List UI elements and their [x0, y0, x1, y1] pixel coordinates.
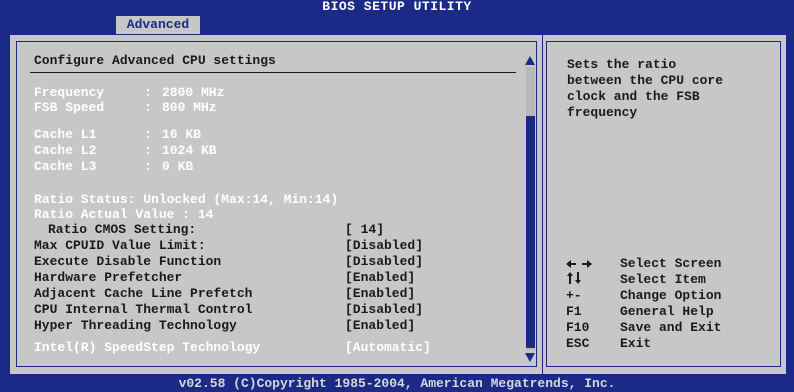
setting-hyper-threading[interactable]: Hyper Threading Technology — [34, 318, 237, 334]
setting-execute-disable-value[interactable]: [Disabled] — [345, 254, 423, 270]
info-label: Cache L1 — [34, 127, 97, 142]
info-sep: : — [144, 159, 160, 174]
info-label: FSB Speed — [34, 100, 105, 115]
info-value: 16 KB — [162, 127, 202, 142]
setting-hardware-prefetcher-value[interactable]: [Enabled] — [345, 270, 415, 286]
info-sep: : — [144, 127, 160, 142]
info-sep: : — [144, 85, 160, 100]
info-label: Frequency — [34, 85, 105, 100]
panel-divider — [542, 35, 543, 374]
key-f10: F10 — [566, 320, 590, 335]
info-value: 1024 KB — [162, 143, 217, 158]
key-desc-exit: Exit — [620, 336, 652, 351]
scroll-down-arrow-icon[interactable] — [525, 353, 535, 362]
key-desc-general-help: General Help — [620, 304, 714, 319]
section-heading: Configure Advanced CPU settings — [34, 53, 276, 68]
left-right-arrows-icon — [566, 260, 592, 268]
info-sep: : — [144, 143, 160, 158]
info-label: Cache L3 — [34, 159, 97, 174]
key-esc: ESC — [566, 336, 590, 351]
info-cache-l3: Cache L3: 0 KB — [34, 159, 193, 175]
info-frequency: Frequency: 2800 MHz — [34, 85, 224, 101]
setting-speedstep-value: [Automatic] — [345, 340, 431, 355]
help-line: clock and the FSB — [567, 89, 700, 104]
ratio-status: Ratio Status: Unlocked (Max:14, Min:14) — [34, 192, 339, 207]
heading-underline — [30, 72, 516, 73]
scroll-up-arrow-icon[interactable] — [525, 56, 535, 65]
setting-max-cpuid[interactable]: Max CPUID Value Limit: — [34, 238, 206, 254]
setting-thermal-control[interactable]: CPU Internal Thermal Control — [34, 302, 252, 318]
info-cache-l1: Cache L1: 16 KB — [34, 127, 201, 143]
info-sep: : — [144, 100, 160, 115]
info-value: 0 KB — [162, 159, 194, 174]
key-desc-select-screen: Select Screen — [620, 256, 722, 271]
info-cache-l2: Cache L2: 1024 KB — [34, 143, 217, 159]
scrollbar-thumb[interactable] — [526, 116, 535, 348]
tab-advanced[interactable]: Advanced — [116, 16, 200, 34]
setting-adjacent-cache-value[interactable]: [Enabled] — [345, 286, 415, 302]
key-desc-change-option: Change Option — [620, 288, 722, 303]
key-f1: F1 — [566, 304, 582, 319]
help-line: between the CPU core — [567, 73, 724, 88]
setting-ratio-cmos[interactable]: Ratio CMOS Setting: — [48, 222, 196, 238]
info-fsb-speed: FSB Speed: 800 MHz — [34, 100, 217, 116]
key-plus-minus: +- — [566, 288, 582, 303]
setting-execute-disable[interactable]: Execute Disable Function — [34, 254, 221, 270]
setting-hyper-threading-value[interactable]: [Enabled] — [345, 318, 415, 334]
up-down-arrows-icon — [567, 272, 581, 284]
help-line: Sets the ratio — [567, 57, 677, 72]
bios-title: BIOS SETUP UTILITY — [322, 0, 472, 14]
setting-max-cpuid-value[interactable]: [Disabled] — [345, 238, 423, 254]
help-line: frequency — [567, 105, 638, 120]
info-label: Cache L2 — [34, 143, 97, 158]
ratio-actual-value: Ratio Actual Value : 14 — [34, 207, 214, 222]
setting-thermal-control-value[interactable]: [Disabled] — [345, 302, 423, 318]
info-value: 2800 MHz — [162, 85, 225, 100]
setting-adjacent-cache[interactable]: Adjacent Cache Line Prefetch — [34, 286, 252, 302]
key-desc-save-exit: Save and Exit — [620, 320, 722, 335]
key-desc-select-item: Select Item — [620, 272, 706, 287]
info-value: 800 MHz — [162, 100, 217, 115]
setting-speedstep: Intel(R) SpeedStep Technology — [34, 340, 261, 355]
setting-hardware-prefetcher[interactable]: Hardware Prefetcher — [34, 270, 182, 286]
copyright-footer: v02.58 (C)Copyright 1985-2004, American … — [178, 376, 616, 391]
setting-ratio-cmos-value[interactable]: [ 14] — [345, 222, 384, 238]
